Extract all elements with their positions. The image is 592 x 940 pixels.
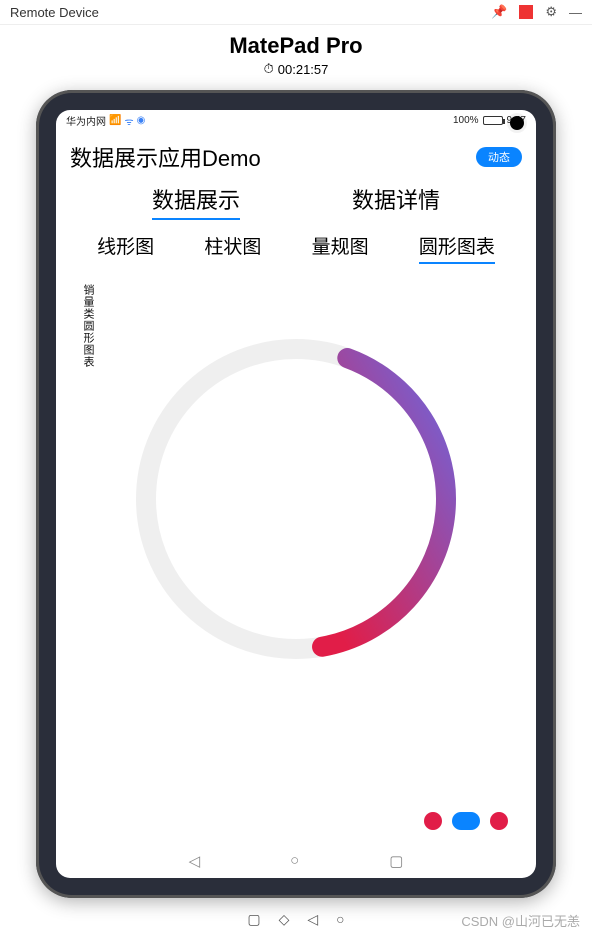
tool-back-icon[interactable]: ◁ (307, 911, 318, 928)
carrier-label: 华为内网 (66, 113, 106, 128)
chart-area: 销量类圆形图表 (56, 284, 536, 714)
tool-screenshot-icon[interactable]: ▢ (247, 911, 260, 928)
chart-vertical-label: 销量类圆形图表 (80, 284, 96, 368)
host-toolbar: ▢ ◇ ◁ ○ (247, 911, 344, 928)
dynamic-pill-button[interactable]: 动态 (476, 147, 522, 167)
signal-icon: 📶 (109, 115, 121, 126)
tool-rotate-icon[interactable]: ◇ (279, 911, 290, 928)
device-name: MatePad Pro (0, 33, 592, 59)
stop-button[interactable] (519, 5, 533, 19)
wifi-icon: ᯤ (124, 114, 133, 128)
ring-chart (116, 319, 476, 679)
device-frame: 华为内网 📶 ᯤ ◉ 100% 9:47 数据展示应用Demo 动态 数据展示 … (36, 90, 556, 898)
app-title: 数据展示应用Demo (70, 141, 261, 173)
host-header: MatePad Pro ⏱ 00:21:57 (0, 33, 592, 78)
minimize-icon[interactable]: — (569, 5, 582, 20)
pager-dots[interactable] (424, 812, 508, 830)
window-title: Remote Device (10, 5, 99, 20)
session-timer: 00:21:57 (278, 62, 329, 77)
nav-back-icon[interactable]: ◁ (189, 852, 201, 870)
status-bar: 华为内网 📶 ᯤ ◉ 100% 9:47 (56, 110, 536, 131)
pager-dot-1[interactable] (424, 812, 442, 830)
timer-icon: ⏱ (264, 61, 274, 77)
pager-current[interactable] (452, 812, 480, 830)
pager-dot-3[interactable] (490, 812, 508, 830)
pin-icon[interactable]: 📌 (491, 4, 507, 20)
watermark: CSDN @山河已无恙 (461, 911, 580, 930)
tab-data-display[interactable]: 数据展示 (152, 183, 240, 220)
ring-arc (322, 358, 446, 647)
tab-data-detail[interactable]: 数据详情 (352, 183, 440, 220)
subtab-ring[interactable]: 圆形图表 (419, 232, 495, 264)
tool-home-icon[interactable]: ○ (336, 911, 344, 928)
subtab-line[interactable]: 线形图 (97, 232, 154, 264)
location-icon: ◉ (137, 115, 146, 126)
nav-recent-icon[interactable]: ▢ (389, 852, 403, 870)
subtab-bar[interactable]: 柱状图 (204, 232, 261, 264)
battery-icon (483, 116, 503, 125)
nav-home-icon[interactable]: ○ (290, 852, 299, 870)
battery-pct: 100% (453, 115, 479, 126)
camera-hole-icon (510, 116, 524, 130)
gear-icon[interactable]: ⚙ (545, 4, 557, 20)
subtab-gauge[interactable]: 量规图 (312, 232, 369, 264)
